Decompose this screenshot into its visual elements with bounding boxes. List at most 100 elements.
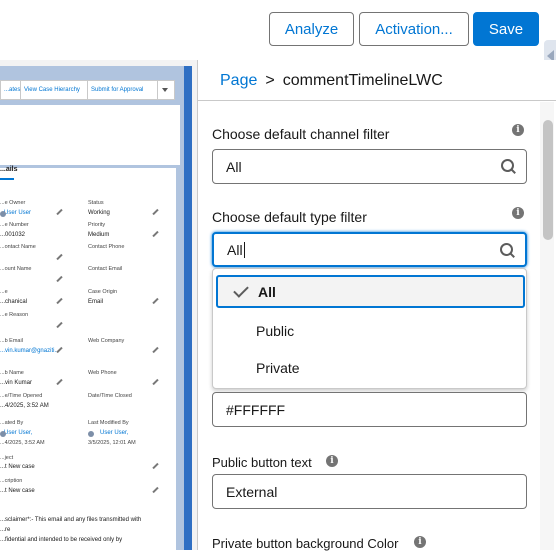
field-value: User User	[4, 210, 32, 216]
color-hex-input[interactable]: #FFFFFF	[212, 392, 527, 427]
field-label: ...e	[0, 289, 8, 295]
field-value: Email	[88, 299, 104, 305]
field-label: Status	[88, 200, 104, 206]
edit-pencil-icon	[152, 231, 158, 237]
field-label: Web Company	[88, 338, 125, 344]
top-toolbar: Analyze Activation... Save	[0, 0, 556, 72]
field-value: ...t New case	[0, 464, 35, 470]
edit-pencil-icon	[56, 322, 62, 328]
analyze-button[interactable]: Analyze	[269, 12, 354, 46]
check-icon	[233, 282, 249, 298]
color-hex-value: #FFFFFF	[226, 401, 286, 418]
canvas-highlights-panel	[0, 105, 180, 165]
public-button-text-input[interactable]: External	[212, 474, 527, 509]
field-label: Case Origin	[88, 289, 118, 295]
action-button: Submit for Approval	[88, 81, 158, 99]
user-avatar-icon	[88, 431, 94, 437]
breadcrumb-separator: >	[265, 72, 275, 89]
field-value: Medium	[88, 232, 110, 238]
channel-filter-combobox[interactable]: All	[212, 149, 527, 184]
breadcrumb: Page > commentTimelineLWC	[220, 72, 443, 90]
field-value: ...vin Kumar	[0, 380, 33, 386]
edit-pencil-icon	[56, 298, 62, 304]
details-tab-label: ...ails	[0, 166, 18, 173]
field-label: Date/Time Closed	[88, 393, 132, 399]
field-value: ...4/2025, 3:52 AM	[0, 403, 49, 409]
edit-pencil-icon	[56, 379, 62, 385]
edit-pencil-icon	[56, 254, 62, 260]
edit-pencil-icon	[56, 276, 62, 282]
action-overflow-menu	[159, 81, 175, 99]
type-filter-value: All	[227, 241, 243, 258]
canvas-selection-edge	[184, 66, 192, 550]
user-avatar-icon	[0, 211, 6, 217]
action-button: View Case Hierarchy	[21, 81, 88, 99]
public-button-text-label: Public button text	[212, 455, 312, 470]
field-value: ...vin.kumar@gnaziti...	[0, 348, 60, 354]
page-canvas-preview[interactable]: ...ates View Case Hierarchy Submit for A…	[0, 60, 198, 550]
option-label: Public	[256, 322, 295, 339]
disclaimer-text: ...re	[0, 527, 11, 533]
text-cursor	[243, 241, 245, 258]
info-icon[interactable]: i	[512, 124, 524, 136]
edit-pencil-icon	[152, 487, 158, 493]
edit-pencil-icon	[152, 347, 158, 353]
field-label: ...ject	[0, 455, 14, 461]
edit-pencil-icon	[152, 209, 158, 215]
dropdown-option-all[interactable]: All	[216, 275, 525, 308]
dropdown-option-public[interactable]: Public	[213, 314, 526, 347]
record-action-bar: ...ates View Case Hierarchy Submit for A…	[0, 80, 175, 100]
public-button-text-value: External	[226, 483, 278, 500]
edit-pencil-icon	[56, 209, 62, 215]
breadcrumb-page-link[interactable]: Page	[220, 72, 257, 90]
channel-filter-label: Choose default channel filter	[212, 126, 390, 142]
details-tab-underline	[0, 178, 14, 180]
breadcrumb-component-name: commentTimelineLWC	[282, 72, 443, 89]
field-label: ...ontact Name	[0, 244, 36, 250]
option-label: Private	[256, 359, 300, 376]
field-value: ...t New case	[0, 488, 35, 494]
info-icon[interactable]: i	[414, 536, 426, 548]
type-filter-combobox[interactable]: All	[212, 232, 527, 267]
field-label: ...e Reason	[0, 312, 29, 318]
type-filter-dropdown: All Public Private	[212, 268, 527, 389]
disclaimer-text: ...fidential and intended to be received…	[0, 537, 123, 543]
info-icon[interactable]: i	[512, 207, 524, 219]
save-button[interactable]: Save	[473, 12, 539, 46]
type-filter-label: Choose default type filter	[212, 209, 367, 225]
field-value: Working	[88, 210, 110, 216]
info-icon[interactable]: i	[326, 455, 338, 467]
search-icon	[501, 159, 516, 174]
edit-pencil-icon	[152, 463, 158, 469]
field-label: ...b Email	[0, 338, 23, 344]
edit-pencil-icon	[152, 298, 158, 304]
field-label: ...ated By	[0, 420, 24, 426]
field-label: ...e Owner	[0, 200, 26, 206]
field-value: 3/5/2025, 12:01 AM	[88, 440, 136, 446]
dropdown-option-private[interactable]: Private	[213, 351, 526, 384]
user-avatar-icon	[0, 431, 6, 437]
disclaimer-text: ...sclaimer*:- This email and any files …	[0, 517, 142, 523]
field-value: ...001032	[0, 232, 26, 238]
search-icon	[500, 243, 515, 258]
channel-filter-value: All	[226, 158, 242, 175]
divider	[198, 100, 556, 101]
activation-button[interactable]: Activation...	[359, 12, 469, 46]
field-label: Last Modified By	[88, 420, 129, 426]
field-label: Priority	[88, 222, 106, 228]
field-label: ...b Name	[0, 370, 24, 376]
field-label: Web Phone	[88, 370, 117, 376]
field-label: Contact Email	[88, 266, 123, 272]
field-label: ...ount Name	[0, 266, 32, 272]
field-label: ...cription	[0, 478, 23, 484]
scrollbar-thumb[interactable]	[543, 120, 553, 240]
option-label: All	[258, 283, 276, 300]
field-value: User User,	[4, 430, 33, 436]
edit-pencil-icon	[56, 347, 62, 353]
properties-panel: Page > commentTimelineLWC Choose default…	[198, 60, 556, 551]
field-label: Contact Phone	[88, 244, 125, 250]
field-value: User User,	[100, 430, 129, 436]
edit-pencil-icon	[152, 379, 158, 385]
field-value: ...chanical	[0, 299, 28, 305]
private-button-bg-label: Private button background Color	[212, 536, 399, 551]
